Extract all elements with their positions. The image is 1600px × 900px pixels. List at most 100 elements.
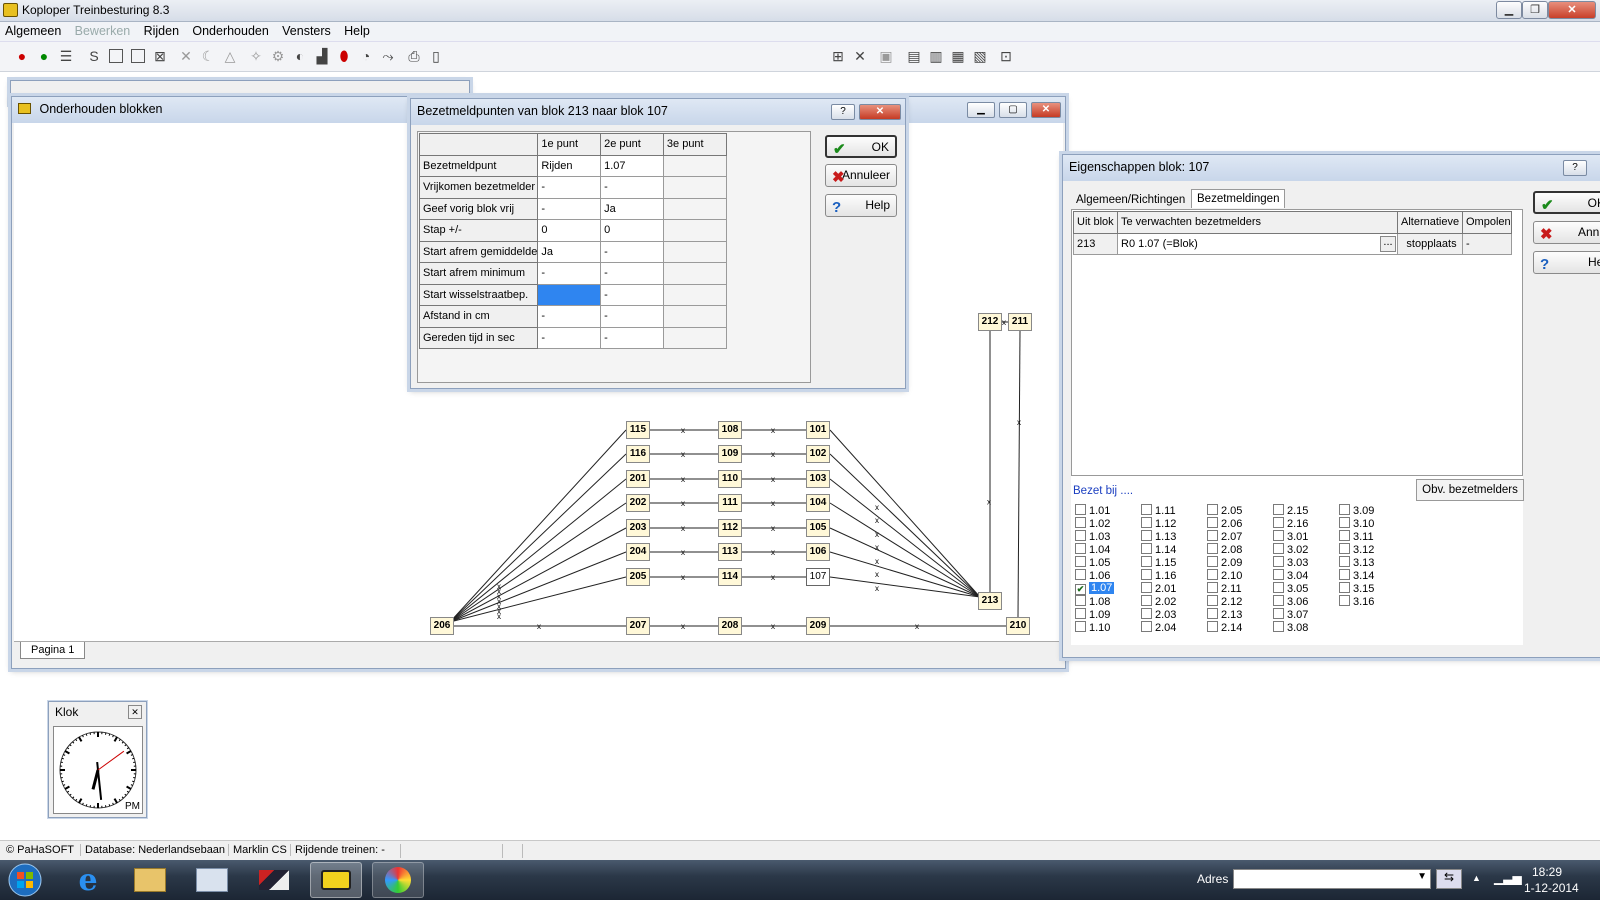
s-icon[interactable]: S xyxy=(84,46,104,66)
points-cell-p2[interactable]: - xyxy=(600,262,664,285)
tray-date[interactable]: 1-12-2014 xyxy=(1524,881,1579,895)
block-203[interactable]: 203 xyxy=(626,519,650,537)
checkbox-box[interactable] xyxy=(1141,517,1152,528)
tab-pagina-1[interactable]: Pagina 1 xyxy=(20,642,86,659)
obv-bezetmelders-button[interactable]: Obv. bezetmelders xyxy=(1416,479,1524,501)
checkbox-box[interactable] xyxy=(1075,569,1086,580)
maximize-button[interactable]: ❐ xyxy=(1522,1,1548,19)
bezetmelder-checkbox[interactable]: 2.12 xyxy=(1207,595,1242,608)
bezetmelder-checkbox[interactable]: 2.10 xyxy=(1207,569,1242,582)
checkbox-box[interactable] xyxy=(1207,595,1218,606)
checkbox-box[interactable] xyxy=(1141,569,1152,580)
checkbox-box[interactable] xyxy=(1141,608,1152,619)
bezetmelder-checkbox[interactable]: 1.02 xyxy=(1075,517,1110,530)
address-input[interactable]: ▼ xyxy=(1233,869,1431,889)
points-cell-p3[interactable] xyxy=(662,240,727,263)
block-205[interactable]: 205 xyxy=(626,568,650,586)
ellipsis-button[interactable]: ... xyxy=(1380,235,1396,252)
bezetmelder-checkbox[interactable]: 3.04 xyxy=(1273,569,1308,582)
points-cell-p1[interactable]: - xyxy=(537,197,602,220)
disabled-tool-icon[interactable]: ✧ xyxy=(246,46,266,66)
checkbox-box[interactable] xyxy=(1273,556,1284,567)
tab-algemeen[interactable]: Algemeen/Richtingen xyxy=(1071,191,1190,209)
checkbox-box[interactable] xyxy=(1207,608,1218,619)
block-108[interactable]: 108 xyxy=(718,421,742,439)
checkbox-box[interactable] xyxy=(1141,595,1152,606)
bezetmelder-checkbox[interactable]: 2.06 xyxy=(1207,517,1242,530)
layout-maximize-button[interactable]: ▢ xyxy=(999,102,1027,118)
bezetmelder-checkbox[interactable]: 3.16 xyxy=(1339,595,1374,608)
checkbox-box[interactable] xyxy=(1207,530,1218,541)
bezetmelder-checkbox[interactable]: 1.16 xyxy=(1141,569,1176,582)
points-cell-p1[interactable]: Ja xyxy=(537,240,602,263)
block-213[interactable]: 213 xyxy=(978,592,1002,610)
bezetmelder-checkbox[interactable]: 3.14 xyxy=(1339,569,1374,582)
checkbox-box[interactable] xyxy=(1339,530,1350,541)
checkbox-box[interactable] xyxy=(1075,556,1086,567)
checkbox-box[interactable] xyxy=(1141,556,1152,567)
start-button[interactable] xyxy=(2,862,48,898)
train-app-icon[interactable] xyxy=(248,862,300,898)
bezetmelder-checkbox[interactable]: 2.08 xyxy=(1207,543,1242,556)
checkbox-box[interactable] xyxy=(1141,504,1152,515)
bezetmelder-checkbox[interactable]: 2.07 xyxy=(1207,530,1242,543)
points-cell-p2[interactable]: - xyxy=(600,240,664,263)
cell-alternative[interactable]: stopplaats xyxy=(1397,232,1463,255)
props-help-title-button[interactable]: ? xyxy=(1563,160,1587,176)
points-cell-p1[interactable]: 0 xyxy=(537,219,602,242)
bezetmelder-checkbox[interactable]: 2.03 xyxy=(1141,608,1176,621)
checkbox-box[interactable] xyxy=(1207,582,1218,593)
cell-expected[interactable]: R0 1.07 (=Blok)... xyxy=(1117,232,1398,255)
print-icon[interactable]: ⎙ xyxy=(404,46,424,66)
points-cell-p2[interactable]: - xyxy=(600,283,664,306)
route-icon[interactable]: ⤳ xyxy=(378,46,398,66)
points-cell-p3[interactable] xyxy=(662,305,727,328)
koploper-task-icon[interactable] xyxy=(310,862,362,898)
points-cell-p2[interactable]: 1.07 xyxy=(600,154,664,177)
block-208[interactable]: 208 xyxy=(718,617,742,635)
bezetmelder-checkbox[interactable]: 2.04 xyxy=(1141,621,1176,634)
checkbox-box[interactable] xyxy=(1273,517,1284,528)
bezetmelder-checkbox[interactable]: 3.03 xyxy=(1273,556,1308,569)
bezetmelder-checkbox[interactable]: 3.13 xyxy=(1339,556,1374,569)
arrange-1-icon[interactable]: ▤ xyxy=(904,46,924,66)
tray-arrow-icon[interactable]: ▲ xyxy=(1472,873,1481,883)
checkbox-box[interactable] xyxy=(1339,582,1350,593)
bezetmelder-checkbox[interactable]: 3.12 xyxy=(1339,543,1374,556)
checkbox-box[interactable] xyxy=(1075,530,1086,541)
delete-block-icon[interactable]: ⊠ xyxy=(150,46,170,66)
bezetmelder-checkbox[interactable]: 1.10 xyxy=(1075,621,1110,634)
mail-icon[interactable] xyxy=(186,862,238,898)
new-block-icon[interactable]: ⊞ xyxy=(828,46,848,66)
bezetmelder-checkbox[interactable]: 1.09 xyxy=(1075,608,1110,621)
checkbox-box[interactable] xyxy=(1339,569,1350,580)
save-icon[interactable]: ▣ xyxy=(876,46,896,66)
block-201[interactable]: 201 xyxy=(626,470,650,488)
block-113[interactable]: 113 xyxy=(718,543,742,561)
bezetmelder-checkbox[interactable]: 1.11 xyxy=(1141,504,1176,517)
layout-close-button[interactable]: ✕ xyxy=(1031,102,1061,118)
points-cell-p1[interactable]: - xyxy=(537,176,602,199)
points-cell-p3[interactable] xyxy=(662,176,727,199)
points-help-button[interactable]: ? xyxy=(831,104,855,120)
checkbox-box[interactable] xyxy=(1075,621,1086,632)
layout-minimize-button[interactable]: ▁ xyxy=(967,102,995,118)
block-103[interactable]: 103 xyxy=(806,470,830,488)
cell-reverse[interactable]: - xyxy=(1462,232,1512,255)
track-icon[interactable]: ☰ xyxy=(56,46,76,66)
edit-block-icon[interactable] xyxy=(128,46,148,66)
bezetmelder-checkbox[interactable]: 3.05 xyxy=(1273,582,1308,595)
locomotive-icon[interactable]: ▟ xyxy=(312,46,332,66)
checkbox-box[interactable] xyxy=(1141,621,1152,632)
delete-icon[interactable]: ✕ xyxy=(850,46,870,66)
clock-close-button[interactable]: ✕ xyxy=(128,705,142,719)
page-icon[interactable]: ▯ xyxy=(426,46,446,66)
bezetmelder-checkbox[interactable]: 3.06 xyxy=(1273,595,1308,608)
points-cell-p3[interactable] xyxy=(662,283,727,306)
bezetmelder-checkbox[interactable]: 1.05 xyxy=(1075,556,1110,569)
bezetmelder-checkbox[interactable]: 1.13 xyxy=(1141,530,1176,543)
address-go-icon[interactable]: ⇆ xyxy=(1436,869,1462,889)
arrange-2-icon[interactable]: ▥ xyxy=(926,46,946,66)
block-116[interactable]: 116 xyxy=(626,445,650,463)
disabled-bell-icon[interactable]: △ xyxy=(220,46,240,66)
